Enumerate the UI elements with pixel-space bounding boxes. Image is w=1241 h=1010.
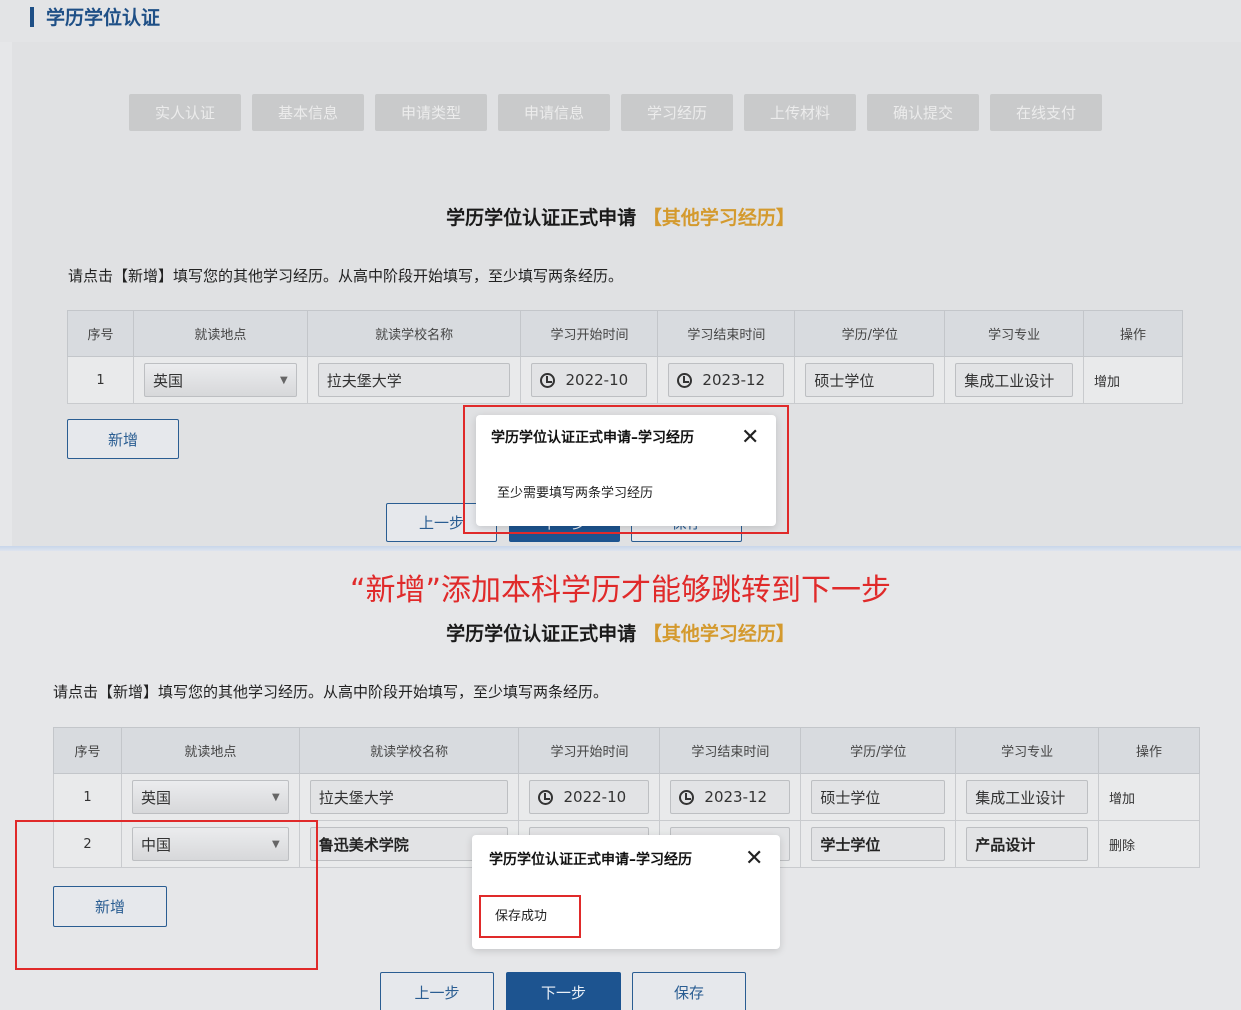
top-screenshot-panel: 学历学位认证 实人认证 基本信息 申请类型 申请信息 学习经历 上传材料 确认提…	[0, 0, 1241, 548]
header-major: 学习专业	[955, 727, 1100, 774]
header-location: 就读地点	[120, 727, 300, 774]
action-add-link[interactable]: 增加	[1098, 773, 1200, 821]
title-accent-bar	[30, 7, 34, 27]
degree-cell: 学士学位	[800, 820, 957, 868]
header-action: 操作	[1083, 310, 1183, 357]
action-delete-link[interactable]: 删除	[1098, 820, 1200, 868]
header-major: 学习专业	[944, 310, 1085, 357]
school-input[interactable]: 拉夫堡大学	[317, 363, 511, 397]
step-progress: 实人认证 基本信息 申请类型 申请信息 学习经历 上传材料 确认提交 在线支付	[129, 94, 1102, 131]
school-cell: 拉夫堡大学	[306, 356, 522, 404]
chevron-down-icon: ▼	[272, 791, 280, 803]
prev-button[interactable]: 上一步	[380, 972, 494, 1010]
form-title: 学历学位认证正式申请 【其他学习经历】	[0, 619, 1241, 646]
step-7[interactable]: 确认提交	[867, 94, 979, 131]
major-cell: 集成工业设计	[944, 356, 1085, 404]
instruction-text: 请点击【新增】填写您的其他学习经历。从高中阶段开始填写，至少填写两条经历。	[53, 683, 609, 701]
form-title-text: 学历学位认证正式申请	[446, 207, 637, 229]
step-1[interactable]: 实人认证	[129, 94, 241, 131]
start-cell: 2022-10	[518, 773, 661, 821]
school-input[interactable]: 拉夫堡大学	[309, 780, 509, 814]
header-degree: 学历/学位	[800, 727, 957, 774]
table-header-row: 序号 就读地点 就读学校名称 学习开始时间 学习结束时间 学历/学位 学习专业 …	[53, 727, 1200, 774]
clock-icon	[679, 789, 695, 805]
highlight-box-warning	[463, 405, 789, 534]
location-cell: 英国 ▼	[132, 356, 308, 404]
end-date-picker[interactable]: 2023-12	[670, 780, 791, 814]
location-select[interactable]: 英国 ▼	[143, 363, 297, 397]
annotation-text: “新增”添加本科学历才能够跳转到下一步	[349, 573, 892, 608]
major-input[interactable]: 集成工业设计	[955, 363, 1074, 397]
header-start: 学习开始时间	[518, 727, 661, 774]
step-8[interactable]: 在线支付	[990, 94, 1102, 131]
experience-table: 序号 就读地点 就读学校名称 学习开始时间 学习结束时间 学历/学位 学习专业 …	[67, 310, 1183, 404]
header-school: 就读学校名称	[298, 727, 520, 774]
bottom-screenshot-panel: “新增”添加本科学历才能够跳转到下一步 学历学位认证正式申请 【其他学习经历】 …	[0, 551, 1241, 1010]
degree-input[interactable]: 硕士学位	[805, 363, 935, 397]
highlight-box-row	[15, 820, 318, 970]
page-header: 学历学位认证	[0, 0, 1241, 42]
chevron-down-icon: ▼	[280, 374, 288, 386]
major-input[interactable]: 集成工业设计	[966, 780, 1089, 814]
end-date-picker[interactable]: 2023-12	[668, 363, 785, 397]
save-button[interactable]: 保存	[632, 972, 746, 1010]
location-cell: 英国 ▼	[120, 773, 300, 821]
row-no: 1	[53, 773, 122, 821]
major-input[interactable]: 产品设计	[966, 827, 1089, 861]
end-date-value: 2023-12	[702, 371, 766, 389]
step-6[interactable]: 上传材料	[744, 94, 856, 131]
form-title-highlight: 【其他学习经历】	[642, 623, 795, 645]
add-button[interactable]: 新增	[67, 419, 179, 459]
page-title: 学历学位认证	[46, 7, 161, 29]
step-2[interactable]: 基本信息	[252, 94, 364, 131]
end-date-value: 2023-12	[704, 788, 768, 806]
major-cell: 产品设计	[955, 820, 1100, 868]
header-school: 就读学校名称	[306, 310, 522, 357]
location-select[interactable]: 英国 ▼	[131, 780, 289, 814]
header-end: 学习结束时间	[657, 310, 796, 357]
step-5[interactable]: 学习经历	[621, 94, 733, 131]
clock-icon	[538, 789, 554, 805]
form-title-highlight: 【其他学习经历】	[642, 207, 795, 229]
degree-cell: 硕士学位	[800, 773, 957, 821]
header-action: 操作	[1098, 727, 1200, 774]
step-3[interactable]: 申请类型	[375, 94, 487, 131]
clock-icon	[677, 372, 693, 388]
start-cell: 2022-10	[520, 356, 659, 404]
header-location: 就读地点	[132, 310, 308, 357]
degree-input[interactable]: 硕士学位	[811, 780, 946, 814]
header-end: 学习结束时间	[659, 727, 802, 774]
row-no: 1	[67, 356, 134, 404]
clock-icon	[540, 372, 556, 388]
start-date-value: 2022-10	[565, 371, 629, 389]
close-icon[interactable]: ✕	[745, 848, 763, 870]
step-4[interactable]: 申请信息	[498, 94, 610, 131]
next-button[interactable]: 下一步	[506, 972, 621, 1010]
major-cell: 集成工业设计	[955, 773, 1100, 821]
header-no: 序号	[53, 727, 122, 774]
action-add-link[interactable]: 增加	[1083, 356, 1183, 404]
degree-input[interactable]: 学士学位	[811, 827, 946, 861]
form-title: 学历学位认证正式申请 【其他学习经历】	[0, 203, 1241, 230]
highlight-box-success	[479, 895, 581, 938]
start-date-picker[interactable]: 2022-10	[531, 363, 648, 397]
instruction-text: 请点击【新增】填写您的其他学习经历。从高中阶段开始填写，至少填写两条经历。	[68, 267, 624, 285]
start-date-value: 2022-10	[563, 788, 627, 806]
start-date-picker[interactable]: 2022-10	[529, 780, 650, 814]
end-cell: 2023-12	[657, 356, 796, 404]
dialog-title: 学历学位认证正式申请–学习经历	[489, 852, 692, 868]
location-value: 英国	[152, 371, 183, 390]
table-row: 1 英国 ▼ 拉夫堡大学 2022-10 2023-12 硕士学位 集成工业设计…	[67, 356, 1183, 404]
table-row: 1 英国 ▼ 拉夫堡大学 2022-10 2023-12 硕士学位 集成工业设计…	[53, 773, 1200, 821]
school-cell: 拉夫堡大学	[298, 773, 520, 821]
degree-cell: 硕士学位	[794, 356, 946, 404]
end-cell: 2023-12	[659, 773, 802, 821]
form-title-text: 学历学位认证正式申请	[446, 623, 637, 645]
header-start: 学习开始时间	[520, 310, 659, 357]
header-degree: 学历/学位	[794, 310, 946, 357]
header-no: 序号	[67, 310, 134, 357]
location-value: 英国	[140, 788, 171, 807]
table-header-row: 序号 就读地点 就读学校名称 学习开始时间 学习结束时间 学历/学位 学习专业 …	[67, 310, 1183, 357]
